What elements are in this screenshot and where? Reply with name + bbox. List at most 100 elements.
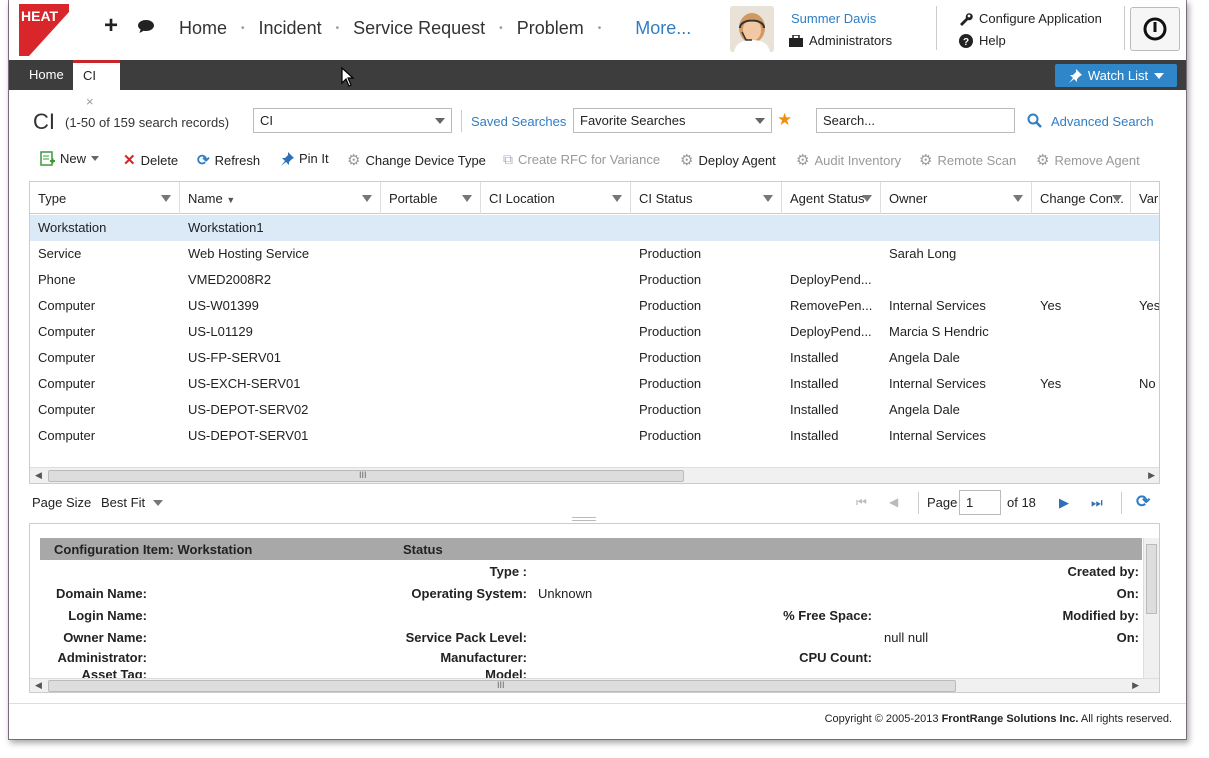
refresh-button[interactable]: ⟳ Refresh	[197, 151, 260, 169]
nav-more[interactable]: More...	[635, 18, 691, 39]
close-icon[interactable]: ×	[86, 94, 94, 109]
column-header-name[interactable]: Name ▼	[180, 182, 381, 214]
table-row[interactable]: Computer US-DEPOT-SERV01 Production Install…	[30, 423, 1159, 449]
last-page-icon[interactable]: ⏭	[1091, 495, 1103, 511]
delete-button[interactable]: ✕ Delete	[123, 151, 178, 169]
create-rfc-button[interactable]: ⧉ Create RFC for Variance	[503, 151, 660, 168]
new-button[interactable]: New	[40, 151, 100, 166]
cell-type: Computer	[38, 324, 96, 339]
scroll-right-icon[interactable]: ▶	[1148, 470, 1155, 481]
configure-application-label: Configure Application	[979, 11, 1102, 26]
modified-on-label: On:	[1116, 630, 1139, 645]
column-header-type[interactable]: Type	[30, 182, 180, 214]
page-number-input[interactable]: 1	[959, 490, 1001, 515]
cell-change-control: Yes	[1040, 376, 1062, 391]
cell-name: Workstation1	[188, 220, 264, 235]
user-role[interactable]: Administrators	[789, 33, 892, 48]
scroll-left-icon[interactable]: ◀	[35, 680, 42, 691]
cell-type: Computer	[38, 376, 96, 391]
remote-scan-button[interactable]: ⚙ Remote Scan	[919, 151, 1016, 169]
pin-it-button[interactable]: Pin It	[280, 151, 329, 166]
divider	[1121, 492, 1122, 514]
column-header-variance[interactable]: Vari	[1131, 182, 1159, 214]
cell-agent-status: DeployPend...	[790, 324, 872, 339]
advanced-search-link[interactable]: Advanced Search	[1051, 114, 1154, 129]
search-input[interactable]: Search...	[816, 108, 1015, 133]
type-label: Type :	[489, 564, 527, 579]
nav-problem[interactable]: Problem	[517, 18, 584, 39]
column-header-ci-status[interactable]: CI Status	[631, 182, 782, 214]
filter-icon[interactable]	[862, 195, 872, 202]
first-page-icon[interactable]: ⏮	[856, 495, 867, 510]
help-link[interactable]: ? Help	[959, 33, 1006, 48]
configure-application-link[interactable]: Configure Application	[959, 11, 1102, 26]
scroll-grip: III	[497, 680, 505, 690]
chat-icon[interactable]	[138, 20, 154, 33]
audit-inventory-button[interactable]: ⚙ Audit Inventory	[796, 151, 901, 169]
logout-button[interactable]	[1130, 7, 1180, 51]
refresh-icon[interactable]: ⟳	[1136, 492, 1150, 512]
table-row[interactable]: Service Web Hosting Service Production Sara…	[30, 241, 1159, 267]
star-icon[interactable]: ★	[777, 110, 792, 130]
divider	[461, 110, 462, 132]
filter-icon[interactable]	[362, 195, 372, 202]
filter-icon[interactable]	[763, 195, 773, 202]
scrollbar-thumb[interactable]: III	[48, 680, 956, 692]
column-header-ci-location[interactable]: CI Location	[481, 182, 631, 214]
filter-icon[interactable]	[462, 195, 472, 202]
column-label: CI Status	[639, 191, 693, 206]
table-row[interactable]: Computer US-L01129 Production DeployPend...…	[30, 319, 1159, 345]
nav-home[interactable]: Home	[179, 18, 227, 39]
user-name-link[interactable]: Summer Davis	[791, 11, 876, 26]
power-icon	[1143, 17, 1167, 41]
horizontal-scrollbar[interactable]: ◀ III ▶	[30, 467, 1159, 483]
deploy-agent-button[interactable]: ⚙ Deploy Agent	[680, 151, 776, 169]
domain-name-label: Domain Name:	[55, 586, 147, 601]
avatar[interactable]	[730, 6, 774, 52]
search-icon[interactable]	[1027, 113, 1042, 128]
scroll-left-icon[interactable]: ◀	[35, 470, 42, 481]
column-header-change-control[interactable]: Change Con...	[1032, 182, 1131, 214]
tab-home[interactable]: Home	[19, 60, 74, 90]
cell-agent-status: Installed	[790, 402, 839, 417]
scroll-right-icon[interactable]: ▶	[1132, 680, 1139, 691]
saved-searches-link[interactable]: Saved Searches	[471, 114, 566, 129]
remove-agent-button[interactable]: ⚙ Remove Agent	[1036, 151, 1140, 169]
splitter-handle[interactable]	[572, 517, 596, 521]
table-row[interactable]: Computer US-DEPOT-SERV02 Production Install…	[30, 397, 1159, 423]
table-row[interactable]: Computer US-FP-SERV01 Production Installed A…	[30, 345, 1159, 371]
horizontal-scrollbar[interactable]: ◀ III ▶	[30, 678, 1159, 692]
table-row[interactable]: Computer US-W01399 Production RemovePen... I…	[30, 293, 1159, 319]
add-icon[interactable]: +	[104, 12, 118, 40]
column-header-portable[interactable]: Portable	[381, 182, 481, 214]
scrollbar-thumb[interactable]	[1146, 544, 1157, 614]
heat-logo[interactable]: HEAT	[19, 4, 69, 56]
tab-ci-label: CI	[83, 68, 96, 83]
table-row[interactable]: Phone VMED2008R2 Production DeployPend...	[30, 267, 1159, 293]
favorite-searches-select[interactable]: Favorite Searches	[573, 108, 772, 133]
filter-icon[interactable]	[1112, 195, 1122, 202]
table-row[interactable]: Workstation Workstation1	[30, 215, 1159, 241]
vertical-scrollbar[interactable]	[1143, 538, 1159, 678]
next-page-icon[interactable]: ▶	[1059, 495, 1069, 511]
filter-icon[interactable]	[1013, 195, 1023, 202]
administrator-label: Administrator:	[57, 650, 147, 665]
nav-incident[interactable]: Incident	[259, 18, 322, 39]
filter-icon[interactable]	[161, 195, 171, 202]
scrollbar-thumb[interactable]: III	[48, 470, 684, 482]
cell-type: Computer	[38, 428, 96, 443]
change-device-type-button[interactable]: ⚙ Change Device Type	[347, 151, 486, 169]
nav-service-request[interactable]: Service Request	[353, 18, 485, 39]
page-size-select[interactable]: Best Fit	[101, 495, 164, 510]
previous-page-icon[interactable]: ◀	[889, 495, 898, 509]
sort-down-icon: ▼	[226, 195, 236, 205]
filter-icon[interactable]	[612, 195, 622, 202]
object-type-select[interactable]: CI	[253, 108, 452, 133]
column-header-owner[interactable]: Owner	[881, 182, 1032, 214]
chevron-down-icon	[435, 118, 445, 124]
table-row[interactable]: Computer US-EXCH-SERV01 Production Installe…	[30, 371, 1159, 397]
column-header-agent-status[interactable]: Agent Status	[782, 182, 881, 214]
tab-ci[interactable]: CI ×	[73, 60, 120, 109]
page-title: CI	[33, 109, 55, 134]
watch-list-button[interactable]: Watch List	[1055, 64, 1177, 87]
